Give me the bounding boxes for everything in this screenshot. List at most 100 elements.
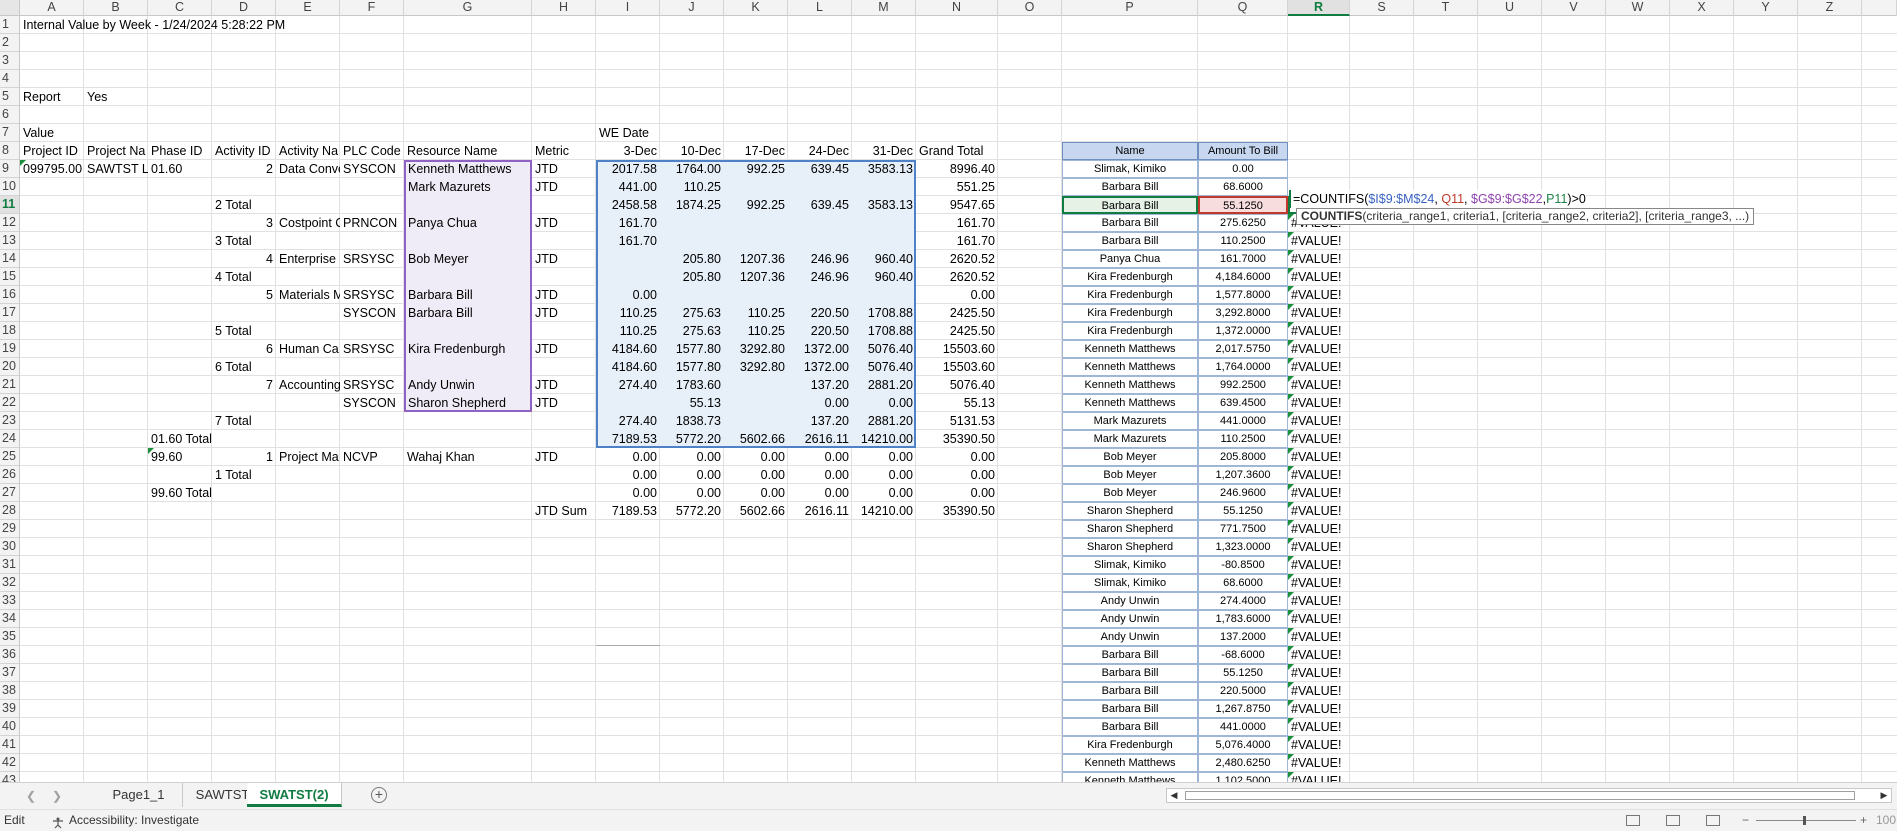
cell-b8[interactable]: Project Na [84, 142, 148, 160]
cell-i13[interactable]: 161.70 [596, 232, 660, 250]
lookup-name-cell[interactable]: Andy Unwin [1062, 592, 1198, 610]
row-header-5[interactable]: 5 [0, 88, 20, 106]
cell-m8[interactable]: 31-Dec [852, 142, 916, 160]
cell-h25[interactable]: JTD [532, 448, 596, 466]
lookup-name-cell[interactable]: Kira Fredenburgh [1062, 304, 1198, 322]
cell-d14[interactable]: 4 [212, 250, 276, 268]
lookup-amount-cell[interactable]: 161.7000 [1198, 250, 1288, 268]
lookup-amount-cell[interactable]: 441.0000 [1198, 718, 1288, 736]
cell-n18[interactable]: 2425.50 [916, 322, 998, 340]
error-indicator-icon[interactable] [1288, 574, 1294, 580]
cell-i24[interactable]: 7189.53 [596, 430, 660, 448]
cell-i23[interactable]: 274.40 [596, 412, 660, 430]
lookup-amount-cell[interactable]: -80.8500 [1198, 556, 1288, 574]
cell-l27[interactable]: 0.00 [788, 484, 852, 502]
cell-d25[interactable]: 1 [212, 448, 276, 466]
accessibility-status[interactable]: Accessibility: Investigate [69, 810, 199, 831]
cell-i28[interactable]: 7189.53 [596, 502, 660, 520]
cell-i20[interactable]: 4184.60 [596, 358, 660, 376]
cell-g19[interactable]: Kira Fredenburgh [404, 340, 532, 358]
cell-d8[interactable]: Activity ID [212, 142, 276, 160]
cell-f17[interactable]: SYSCON [340, 304, 404, 322]
cell-g21[interactable]: Andy Unwin [404, 376, 532, 394]
cell-m17[interactable]: 1708.88 [852, 304, 916, 322]
cell-j26[interactable]: 0.00 [660, 466, 724, 484]
lookup-amount-cell[interactable]: 275.6250 [1198, 214, 1288, 232]
cell-h12[interactable]: JTD [532, 214, 596, 232]
cell-l17[interactable]: 220.50 [788, 304, 852, 322]
lookup-amount-cell[interactable]: 55.1250 [1198, 664, 1288, 682]
cell-r15-error[interactable]: #VALUE! [1288, 268, 1350, 286]
cell-n24[interactable]: 35390.50 [916, 430, 998, 448]
lookup-amount-cell[interactable]: 55.1250 [1198, 502, 1288, 520]
column-header-n[interactable]: N [916, 0, 998, 16]
lookup-name-cell[interactable]: Slimak, Kimiko [1062, 556, 1198, 574]
error-indicator-icon[interactable] [1288, 322, 1294, 328]
column-header-w[interactable]: W [1606, 0, 1670, 16]
add-sheet-icon[interactable]: + [371, 787, 387, 803]
row-header-30[interactable]: 30 [0, 538, 20, 556]
cell-h28[interactable]: JTD Sum [532, 502, 596, 520]
lookup-amount-cell[interactable]: 771.7500 [1198, 520, 1288, 538]
lookup-name-cell[interactable]: Barbara Bill [1062, 214, 1198, 232]
page-break-view-icon[interactable] [1706, 815, 1720, 826]
cell-r35-error[interactable]: #VALUE! [1288, 628, 1350, 646]
cell-i11[interactable]: 2458.58 [596, 196, 660, 214]
cell-g10[interactable]: Mark Mazurets [404, 178, 532, 196]
cell-n16[interactable]: 0.00 [916, 286, 998, 304]
lookup-amount-cell[interactable]: 68.6000 [1198, 178, 1288, 196]
cell-e14[interactable]: Enterprise [276, 250, 340, 268]
lookup-name-cell[interactable]: Barbara Bill [1062, 700, 1198, 718]
cell-r23-error[interactable]: #VALUE! [1288, 412, 1350, 430]
lookup-amount-cell[interactable]: -68.6000 [1198, 646, 1288, 664]
error-indicator-icon[interactable] [1288, 376, 1294, 382]
cell-d21[interactable]: 7 [212, 376, 276, 394]
cell-r27-error[interactable]: #VALUE! [1288, 484, 1350, 502]
cell-r19-error[interactable]: #VALUE! [1288, 340, 1350, 358]
lookup-amount-cell[interactable]: 274.4000 [1198, 592, 1288, 610]
prev-sheet-icon[interactable]: ❮ [24, 789, 38, 803]
lookup-amount-cell[interactable]: 1,102.5000 [1198, 772, 1288, 782]
cell-h21[interactable]: JTD [532, 376, 596, 394]
cell-l23[interactable]: 137.20 [788, 412, 852, 430]
cell-n9[interactable]: 8996.40 [916, 160, 998, 178]
lookup-name-cell[interactable]: Slimak, Kimiko [1062, 574, 1198, 592]
error-indicator-icon[interactable] [1288, 772, 1294, 778]
row-header-3[interactable]: 3 [0, 52, 20, 70]
cell-j10[interactable]: 110.25 [660, 178, 724, 196]
cell-e8[interactable]: Activity Na [276, 142, 340, 160]
cell-f25[interactable]: NCVP [340, 448, 404, 466]
cell-e16[interactable]: Materials M [276, 286, 340, 304]
cell-l8[interactable]: 24-Dec [788, 142, 852, 160]
error-indicator-icon[interactable] [1288, 700, 1294, 706]
row-header-28[interactable]: 28 [0, 502, 20, 520]
cell-r16-error[interactable]: #VALUE! [1288, 286, 1350, 304]
lookup-name-cell[interactable]: Sharon Shepherd [1062, 502, 1198, 520]
tooltip-function-name[interactable]: COUNTIFS [1301, 209, 1362, 223]
cell-j27[interactable]: 0.00 [660, 484, 724, 502]
column-header-v[interactable]: V [1542, 0, 1606, 16]
column-header-c[interactable]: C [148, 0, 212, 16]
cell-j22[interactable]: 55.13 [660, 394, 724, 412]
cell-b9[interactable]: SAWTST L [84, 160, 148, 178]
row-header-21[interactable]: 21 [0, 376, 20, 394]
row-header-38[interactable]: 38 [0, 682, 20, 700]
cell-l15[interactable]: 246.96 [788, 268, 852, 286]
row-header-35[interactable]: 35 [0, 628, 20, 646]
cell-r24-error[interactable]: #VALUE! [1288, 430, 1350, 448]
row-header-22[interactable]: 22 [0, 394, 20, 412]
lookup-amount-cell[interactable]: 639.4500 [1198, 394, 1288, 412]
error-indicator-icon[interactable] [1288, 394, 1294, 400]
column-header-f[interactable]: F [340, 0, 404, 16]
cell-n27[interactable]: 0.00 [916, 484, 998, 502]
row-header-39[interactable]: 39 [0, 700, 20, 718]
lookup-amount-cell[interactable]: 68.6000 [1198, 574, 1288, 592]
column-header-g[interactable]: G [404, 0, 532, 16]
lookup-name-cell[interactable]: Bob Meyer [1062, 484, 1198, 502]
lookup-amount-cell[interactable]: 1,764.0000 [1198, 358, 1288, 376]
row-header-36[interactable]: 36 [0, 646, 20, 664]
row-header-43[interactable]: 43 [0, 772, 20, 782]
row-header-29[interactable]: 29 [0, 520, 20, 538]
lookup-name-cell[interactable]: Barbara Bill [1062, 232, 1198, 250]
row-header-1[interactable]: 1 [0, 16, 20, 34]
